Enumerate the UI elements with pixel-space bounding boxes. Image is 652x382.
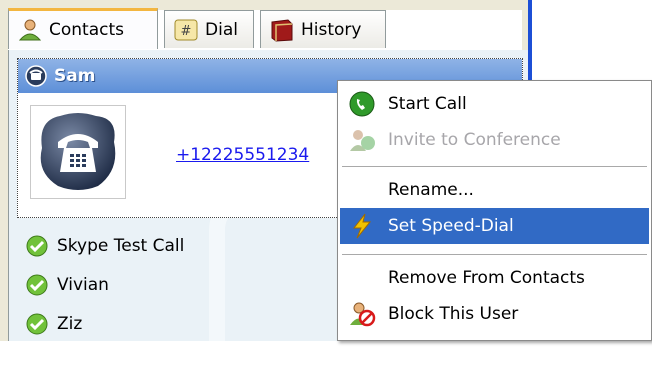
dialpad-icon: # (173, 18, 199, 42)
online-check-icon (25, 273, 49, 297)
tab-history-label: History (301, 19, 362, 40)
menu-item-label: Invite to Conference (388, 130, 561, 150)
call-green-icon (348, 91, 376, 117)
menu-separator (342, 166, 647, 167)
block-user-icon (348, 301, 376, 327)
menu-separator (342, 254, 647, 255)
contact-name: Sam (54, 66, 96, 86)
menu-item-label: Remove From Contacts (388, 268, 585, 288)
menu-item-label: Block This User (388, 304, 519, 324)
contact-name-label: Vivian (57, 275, 109, 295)
history-book-icon (269, 18, 295, 42)
tab-dial-label: Dial (205, 19, 238, 40)
menu-item-label: Set Speed-Dial (388, 216, 514, 236)
contact-list-item[interactable]: Vivian (25, 270, 109, 300)
menu-item-set-speed-dial[interactable]: Set Speed-Dial (340, 208, 649, 244)
menu-item-rename[interactable]: Rename... (340, 172, 649, 208)
online-check-icon (25, 312, 49, 336)
tab-contacts[interactable]: Contacts (8, 8, 158, 49)
context-menu: Start Call Invite to Conference Rename..… (337, 80, 652, 341)
tab-bar: Contacts # Dial History (8, 8, 522, 50)
svg-text:#: # (181, 24, 192, 39)
contact-list-item[interactable]: Skype Test Call (25, 231, 184, 261)
contact-name-label: Ziz (57, 314, 83, 334)
skype-phone-avatar-icon (40, 113, 116, 190)
menu-item-remove-contact[interactable]: Remove From Contacts (340, 260, 649, 296)
menu-item-block-user[interactable]: Block This User (340, 296, 649, 332)
phone-number-link[interactable]: +12225551234 (176, 145, 309, 165)
menu-item-label: Rename... (388, 180, 474, 200)
menu-item-start-call[interactable]: Start Call (340, 86, 649, 122)
skypeout-phone-icon (24, 64, 48, 88)
lightning-icon (348, 213, 376, 239)
menu-item-invite-conference[interactable]: Invite to Conference (340, 122, 649, 158)
contact-name-label: Skype Test Call (57, 236, 185, 256)
tab-contacts-label: Contacts (49, 20, 124, 40)
tab-history[interactable]: History (260, 10, 386, 48)
contact-list-item[interactable]: Ziz (25, 309, 82, 339)
contacts-icon (17, 18, 43, 42)
online-check-icon (25, 234, 49, 258)
avatar (30, 105, 126, 199)
conference-icon (348, 127, 376, 153)
tab-dial[interactable]: # Dial (164, 10, 254, 48)
menu-item-label: Start Call (388, 94, 467, 114)
